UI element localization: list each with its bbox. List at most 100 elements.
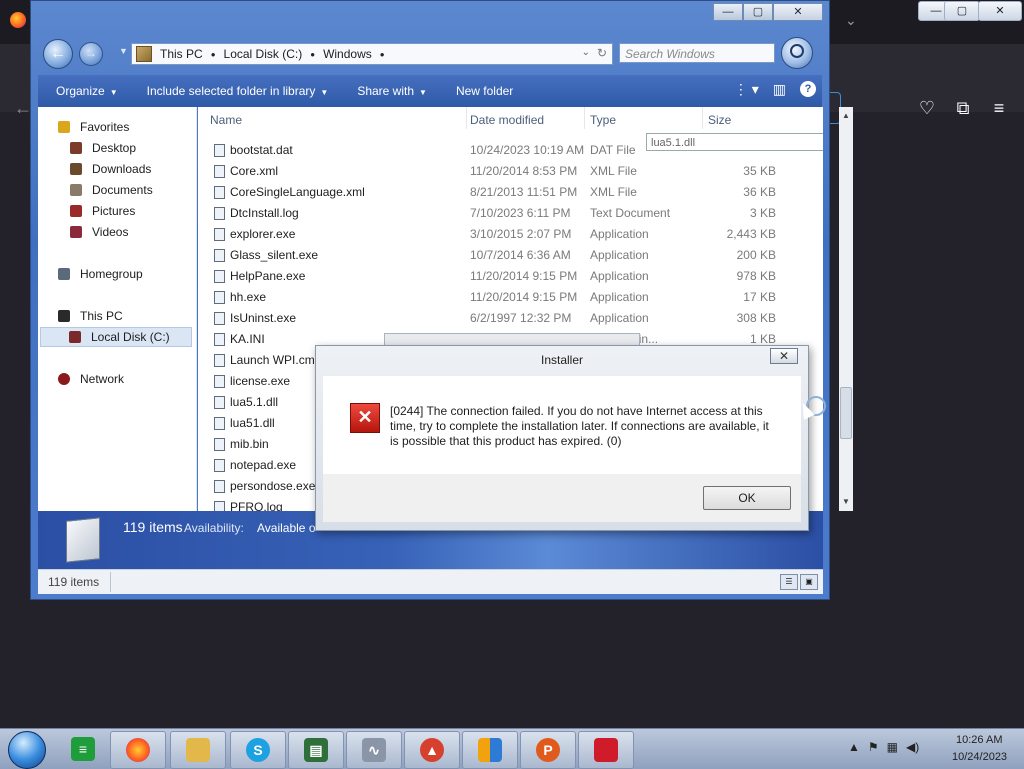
network-icon xyxy=(58,373,70,385)
preview-pane-icon[interactable]: ▥ xyxy=(773,81,786,98)
nav-downloads[interactable]: Downloads xyxy=(70,162,151,176)
notes-icon: ≡ xyxy=(71,737,95,761)
refresh-icon[interactable]: ↻ xyxy=(597,46,607,60)
column-separator[interactable] xyxy=(702,107,703,129)
pictures-icon xyxy=(70,205,82,217)
view-options-icon[interactable]: ⋮ ▾ xyxy=(734,81,759,98)
scroll-up-icon[interactable]: ▲ xyxy=(842,111,850,120)
nav-favorites[interactable]: Favorites xyxy=(58,120,129,134)
volume-icon[interactable]: ◀) xyxy=(906,740,919,754)
browser-close-button[interactable]: ✕ xyxy=(978,1,1022,21)
nav-network[interactable]: Network xyxy=(58,372,124,386)
taskbar-app-monitor[interactable]: ∿ xyxy=(346,731,402,769)
file-name: persondose.exe xyxy=(230,479,316,493)
action-center-icon[interactable]: ⚑ xyxy=(868,740,879,754)
nav-pictures[interactable]: Pictures xyxy=(70,204,135,218)
nav-homegroup[interactable]: Homegroup xyxy=(58,267,143,281)
address-dropdown-icon[interactable]: ⌄ xyxy=(582,47,590,58)
file-icon xyxy=(214,354,225,367)
file-name: CoreSingleLanguage.xml xyxy=(230,185,365,199)
table-row[interactable]: Core.xml 11/20/2014 8:53 PM XML File 35 KB xyxy=(198,161,798,182)
file-date: 11/20/2014 9:15 PM xyxy=(470,269,578,283)
dialog-close-button[interactable]: ✕ xyxy=(770,348,798,364)
file-name: explorer.exe xyxy=(230,227,296,241)
table-row[interactable]: CoreSingleLanguage.xml 8/21/2013 11:51 PM… xyxy=(198,182,798,203)
nav-this-pc[interactable]: This PC xyxy=(58,309,123,323)
pocket-icon[interactable]: ♡ xyxy=(916,98,938,119)
column-header-date[interactable]: Date modified xyxy=(470,113,544,127)
breadcrumb-this-pc[interactable]: This PC xyxy=(152,47,211,61)
column-header-name[interactable]: Name xyxy=(210,113,242,127)
table-row[interactable]: DtcInstall.log 7/10/2023 6:11 PM Text Docu… xyxy=(198,203,798,224)
table-row[interactable]: Glass_silent.exe 10/7/2014 6:36 AM Applica… xyxy=(198,245,798,266)
clock-time[interactable]: 10:26 AM xyxy=(956,734,1002,746)
file-date: 8/21/2013 11:51 PM xyxy=(470,185,578,199)
close-button[interactable]: ✕ xyxy=(773,3,823,21)
taskbar-app-notes[interactable]: ≡ xyxy=(56,731,106,767)
taskbar-app-editor[interactable]: ▤ xyxy=(288,731,344,769)
new-folder-button[interactable]: New folder xyxy=(438,84,524,98)
table-row[interactable]: explorer.exe 3/10/2015 2:07 PM Application… xyxy=(198,224,798,245)
breadcrumb-windows[interactable]: Windows xyxy=(315,47,380,61)
ok-button[interactable]: OK xyxy=(703,486,791,510)
tray-expand-icon[interactable]: ▲ xyxy=(848,740,860,754)
address-bar[interactable]: This PC ● Local Disk (C:) ● Windows ● ⌄ … xyxy=(131,43,613,65)
browser-maximize-button[interactable]: ▢ xyxy=(944,1,980,21)
file-name: DtcInstall.log xyxy=(230,206,299,220)
help-icon[interactable]: ? xyxy=(800,81,816,97)
status-bar: 119 items ☰ ▣ xyxy=(38,569,823,594)
star-icon xyxy=(58,121,70,133)
file-icon xyxy=(214,186,225,199)
file-size: 1 KB xyxy=(749,332,776,346)
file-icon xyxy=(214,291,225,304)
taskbar-app-office[interactable] xyxy=(462,731,518,769)
include-library-button[interactable]: Include selected folder in library ▼ xyxy=(129,84,340,98)
file-date: 6/2/1997 12:32 PM xyxy=(470,311,572,325)
tab-list-chevron-icon[interactable]: ⌄ xyxy=(845,12,857,29)
taskbar-app-explorer[interactable] xyxy=(170,731,226,769)
office-icon xyxy=(478,738,502,762)
large-icons-view-icon[interactable]: ▣ xyxy=(800,574,818,590)
back-button[interactable]: ← xyxy=(43,39,73,69)
taskbar-app-wpi[interactable]: P xyxy=(520,731,576,769)
network-status-icon[interactable]: ▦ xyxy=(887,740,898,754)
nav-documents[interactable]: Documents xyxy=(70,183,153,197)
organize-button[interactable]: Organize ▼ xyxy=(38,84,129,98)
vertical-scrollbar[interactable]: ▲ ▼ xyxy=(839,107,853,511)
table-row[interactable]: HelpPane.exe 11/20/2014 9:15 PM Applicatio… xyxy=(198,266,798,287)
table-row[interactable]: IsUninst.exe 6/2/1997 12:32 PM Application… xyxy=(198,308,798,329)
taskbar-app-installer[interactable]: ▲ xyxy=(404,731,460,769)
table-row[interactable]: hh.exe 11/20/2014 9:15 PM Application 17 KB xyxy=(198,287,798,308)
error-icon: ✕ xyxy=(350,403,380,433)
breadcrumb-separator-icon[interactable]: ● xyxy=(380,50,385,59)
column-separator[interactable] xyxy=(584,107,585,129)
nav-videos[interactable]: Videos xyxy=(70,225,128,239)
column-header-type[interactable]: Type xyxy=(590,113,616,127)
maximize-button[interactable]: ▢ xyxy=(743,3,773,21)
file-size: 2,443 KB xyxy=(726,227,776,241)
recent-pages-dropdown-icon[interactable]: ▼ xyxy=(119,46,128,56)
file-name: Glass_silent.exe xyxy=(230,248,319,262)
search-input[interactable]: Search Windows xyxy=(619,43,775,63)
nav-local-disk[interactable]: Local Disk (C:) xyxy=(40,327,192,347)
file-name: license.exe xyxy=(230,374,291,388)
scroll-down-icon[interactable]: ▼ xyxy=(842,497,850,506)
share-with-button[interactable]: Share with ▼ xyxy=(339,84,438,98)
nav-desktop[interactable]: Desktop xyxy=(70,141,136,155)
forward-button[interactable]: → xyxy=(79,42,103,66)
column-separator[interactable] xyxy=(466,107,467,129)
scroll-thumb[interactable] xyxy=(840,387,852,439)
search-icon[interactable] xyxy=(781,37,813,69)
minimize-button[interactable]: — xyxy=(713,3,743,21)
menu-icon[interactable]: ≡ xyxy=(988,98,1010,119)
details-view-icon[interactable]: ☰ xyxy=(780,574,798,590)
start-button[interactable] xyxy=(8,731,46,769)
taskbar-app-book[interactable] xyxy=(578,731,634,769)
filename-tooltip: lua5.1.dll xyxy=(646,133,823,151)
breadcrumb-local-disk[interactable]: Local Disk (C:) xyxy=(216,47,311,61)
taskbar-app-skype[interactable]: S xyxy=(230,731,286,769)
column-header-size[interactable]: Size xyxy=(708,113,731,127)
extensions-icon[interactable]: ⧉ xyxy=(952,98,974,119)
taskbar-app-firefox[interactable] xyxy=(110,731,166,769)
clock-date[interactable]: 10/24/2023 xyxy=(952,751,1007,763)
